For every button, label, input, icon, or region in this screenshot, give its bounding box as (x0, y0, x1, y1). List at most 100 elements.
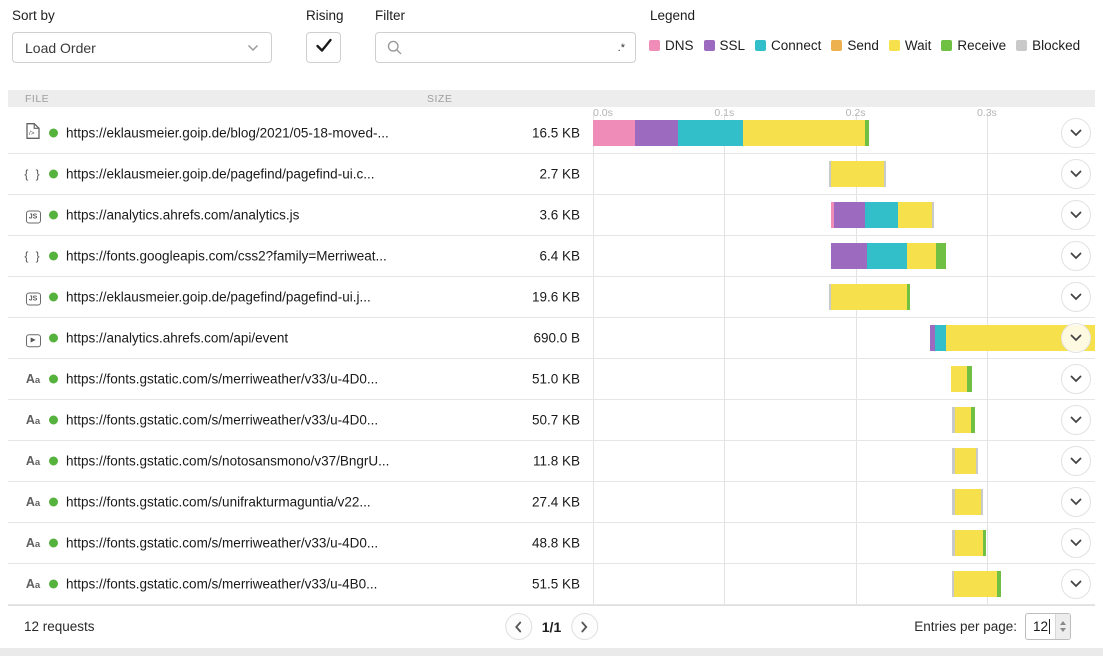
request-size: 16.5 KB (532, 126, 580, 141)
legend-item: Send (831, 38, 879, 53)
legend-item-label: Receive (957, 38, 1006, 53)
sort-by-selected-value: Load Order (25, 40, 96, 56)
expand-row-button[interactable] (1061, 487, 1091, 517)
request-url[interactable]: https://fonts.gstatic.com/s/merriweather… (66, 577, 377, 592)
table-row: JShttps://analytics.ahrefs.com/analytics… (8, 195, 1095, 236)
expand-row-button[interactable] (1061, 569, 1091, 599)
legend-swatch (704, 40, 715, 51)
chevron-down-icon (1070, 580, 1082, 588)
expand-row-button[interactable] (1061, 364, 1091, 394)
font-icon: Aa (24, 535, 42, 551)
entries-per-page-label: Entries per page: (914, 619, 1017, 634)
status-dot (49, 129, 58, 138)
number-spinner[interactable] (1055, 614, 1070, 639)
bar-segment-wait (907, 243, 936, 269)
spin-down-icon[interactable] (1060, 628, 1066, 632)
request-url[interactable]: https://fonts.gstatic.com/s/merriweather… (66, 536, 378, 551)
request-url[interactable]: https://eklausmeier.goip.de/blog/2021/05… (66, 126, 389, 141)
legend-item-label: Send (847, 38, 879, 53)
bottom-strip (0, 648, 1103, 656)
expand-row-button[interactable] (1061, 323, 1091, 353)
rising-checkbox[interactable] (306, 32, 341, 63)
legend-item: Blocked (1016, 38, 1080, 53)
status-dot (49, 416, 58, 425)
sort-by-label: Sort by (12, 8, 55, 23)
request-url[interactable]: https://analytics.ahrefs.com/api/event (66, 331, 288, 346)
bar-segment-ssl (635, 120, 678, 146)
request-size: 48.8 KB (532, 536, 580, 551)
expand-row-button[interactable] (1061, 446, 1091, 476)
bar-segment-blocked (884, 161, 886, 187)
entries-per-page-input[interactable]: 12 (1025, 613, 1071, 640)
expand-row-button[interactable] (1061, 159, 1091, 189)
filter-input[interactable] (411, 40, 614, 56)
bar-segment-receive (967, 366, 972, 392)
expand-row-button[interactable] (1061, 200, 1091, 230)
column-header-file: FILE (25, 93, 49, 105)
rising-label: Rising (306, 8, 344, 23)
bar-segment-wait (951, 366, 967, 392)
bar-segment-wait (955, 407, 971, 433)
table-row: { } https://fonts.googleapis.com/css2?fam… (8, 236, 1095, 277)
spin-up-icon[interactable] (1060, 621, 1066, 625)
request-url[interactable]: https://eklausmeier.goip.de/pagefind/pag… (66, 290, 371, 305)
js-badge-icon: JS (24, 289, 42, 306)
legend-item-label: Wait (905, 38, 932, 53)
expand-row-button[interactable] (1061, 282, 1091, 312)
legend-items: DNSSSLConnectSendWaitReceiveBlocked (649, 38, 1090, 56)
chevron-down-icon (1070, 416, 1082, 424)
table-row: Aahttps://fonts.gstatic.com/s/merriweath… (8, 359, 1095, 400)
bar-segment-wait (831, 161, 884, 187)
legend-label: Legend (650, 8, 695, 23)
bar-segment-wait (831, 284, 907, 310)
bar-segment-blocked (976, 448, 978, 474)
table-header: FILE SIZE (8, 90, 1095, 107)
braces-icon: { } (24, 248, 42, 264)
status-dot (49, 211, 58, 220)
entries-per-page-value: 12 (1033, 619, 1048, 634)
table-row: ▶https://analytics.ahrefs.com/api/event6… (8, 318, 1095, 359)
request-size: 6.4 KB (539, 249, 580, 264)
expand-row-button[interactable] (1061, 241, 1091, 271)
bar-segment-receive (971, 407, 975, 433)
request-url[interactable]: https://analytics.ahrefs.com/analytics.j… (66, 208, 299, 223)
request-url[interactable]: https://fonts.gstatic.com/s/notosansmono… (66, 454, 389, 469)
chevron-down-icon (1070, 129, 1082, 137)
sort-by-select[interactable]: Load Order (12, 32, 272, 63)
next-page-button[interactable] (571, 613, 598, 640)
font-icon: Aa (24, 576, 42, 592)
expand-row-button[interactable] (1061, 528, 1091, 558)
column-header-size: SIZE (427, 93, 452, 105)
prev-page-button[interactable] (505, 613, 532, 640)
table-row: Aahttps://fonts.gstatic.com/s/merriweath… (8, 400, 1095, 441)
font-icon: Aa (24, 453, 42, 469)
legend-item: Wait (889, 38, 932, 53)
request-url[interactable]: https://eklausmeier.goip.de/pagefind/pag… (66, 167, 374, 182)
bar-segment-receive (936, 243, 946, 269)
legend-swatch (831, 40, 842, 51)
legend-swatch (1016, 40, 1027, 51)
request-size: 19.6 KB (532, 290, 580, 305)
request-size: 11.8 KB (533, 454, 580, 469)
request-size: 3.6 KB (539, 208, 580, 223)
expand-row-button[interactable] (1061, 118, 1091, 148)
expand-row-button[interactable] (1061, 405, 1091, 435)
bar-segment-wait (955, 448, 977, 474)
request-url[interactable]: https://fonts.gstatic.com/s/merriweather… (66, 413, 378, 428)
request-url[interactable]: https://fonts.gstatic.com/s/unifrakturma… (66, 495, 371, 510)
bar-segment-wait (954, 571, 997, 597)
legend-swatch (889, 40, 900, 51)
legend-swatch (755, 40, 766, 51)
table-footer: 12 requests 1/1 Entries per page: 12 (8, 605, 1095, 647)
table-row: { }https://eklausmeier.goip.de/pagefind/… (8, 154, 1095, 195)
font-icon: Aa (24, 494, 42, 510)
request-url[interactable]: https://fonts.googleapis.com/css2?family… (66, 249, 387, 264)
bar-segment-dns (593, 120, 635, 146)
text-cursor (1049, 619, 1050, 634)
bar-segment-blocked (932, 202, 934, 228)
svg-text:/>: /> (29, 130, 35, 137)
status-dot (49, 170, 58, 179)
bar-segment-connect (935, 325, 946, 351)
request-url[interactable]: https://fonts.gstatic.com/s/merriweather… (66, 372, 378, 387)
legend-item: Receive (941, 38, 1006, 53)
